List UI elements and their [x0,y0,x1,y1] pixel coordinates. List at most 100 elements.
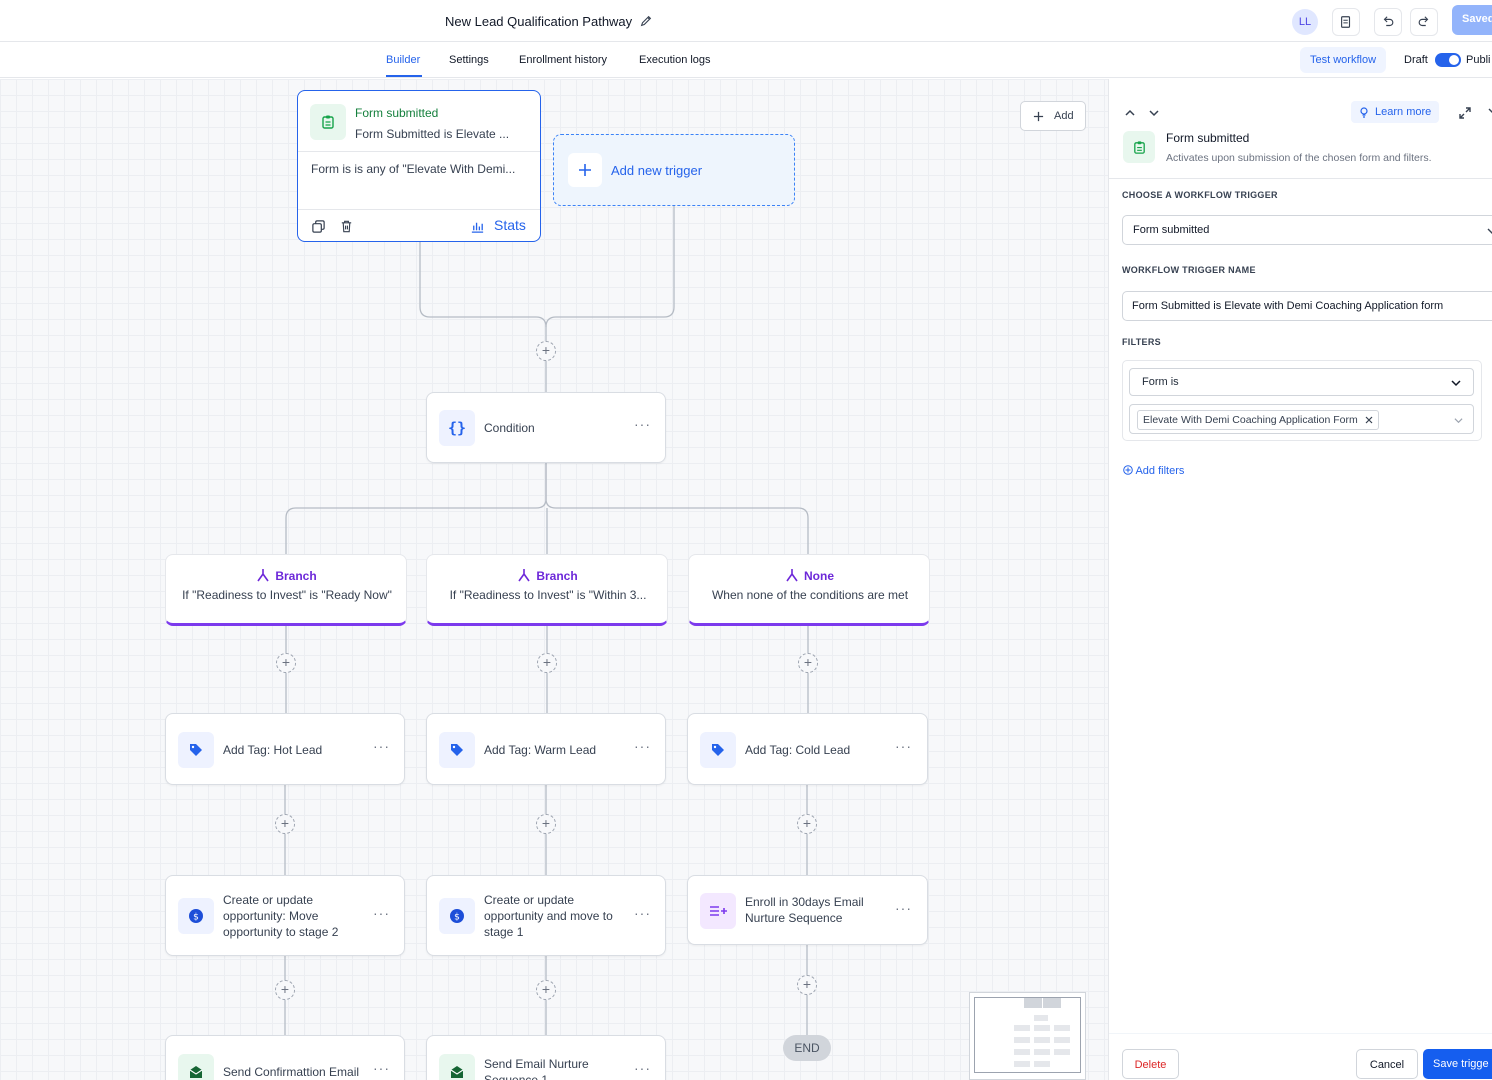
copy-icon[interactable] [311,219,326,234]
trigger-subtitle: Form Submitted is Elevate ... [355,127,510,141]
opportunity-stage-2[interactable]: $ Create or update opportunity: Move opp… [165,875,405,956]
filter-field-select[interactable]: Form is [1129,368,1474,396]
divider [1109,1033,1492,1034]
minimap-node [1014,1025,1030,1031]
branch-ready-now[interactable]: Branch If "Readiness to Invest" is "Read… [165,554,407,626]
stats-icon [471,222,484,233]
trigger-type-value: Form submitted [1133,224,1210,236]
expand-icon[interactable] [1458,106,1472,120]
more-options-icon[interactable]: ··· [634,905,651,921]
chevron-down-icon[interactable] [1148,107,1160,119]
branch-title: Branch [427,567,667,583]
save-trigger-button[interactable]: Save trigge [1423,1049,1492,1079]
logs-button[interactable] [1332,8,1360,36]
branch-description: If "Readiness to Invest" is "Ready Now" [182,588,392,602]
chevron-down-icon [1487,228,1492,234]
condition-label: Condition [484,421,535,435]
chevron-down-icon [1451,380,1461,387]
node-label: Send Confirmattion Email [223,1065,360,1079]
opportunity-stage-1[interactable]: $ Create or update opportunity and move … [426,875,666,956]
more-options-icon[interactable]: ··· [895,738,912,754]
node-label: Add Tag: Hot Lead [223,743,323,757]
divider [1109,178,1492,179]
minimap-node [1034,1049,1050,1055]
trigger-card-form-submitted[interactable]: Form submitted Form Submitted is Elevate… [297,90,541,242]
add-step-button[interactable]: + [536,814,556,834]
enroll-email-sequence[interactable]: Enroll in 30days Email Nurture Sequence … [687,875,928,945]
trash-icon[interactable] [339,219,354,234]
add-step-button[interactable]: + [536,980,556,1000]
add-step-button[interactable]: + [537,653,557,673]
add-step-button[interactable]: + [275,814,295,834]
send-confirmation-email[interactable]: Send Confirmattion Email ··· [165,1035,405,1080]
branch-within-3[interactable]: Branch If "Readiness to Invest" is "With… [426,554,668,626]
stats-link[interactable]: Stats [494,217,526,233]
saved-button[interactable]: Saved [1452,5,1492,35]
undo-button[interactable] [1374,8,1402,36]
minimap-node [1024,998,1042,1008]
close-icon[interactable] [1365,416,1373,424]
add-step-button[interactable]: + [797,975,817,995]
more-options-icon[interactable]: ··· [634,416,651,432]
condition-node[interactable]: {} Condition ··· [426,392,666,463]
list-add-icon [700,893,736,929]
minimap-node [1043,998,1061,1008]
email-icon [439,1054,475,1080]
publish-label: Publi [1466,54,1491,66]
filter-chip-label: Elevate With Demi Coaching Application F… [1143,414,1358,426]
more-options-icon[interactable]: ··· [634,738,651,754]
add-filters-link[interactable]: Add filters [1123,465,1184,477]
branch-none[interactable]: None When none of the conditions are met [688,554,930,626]
tab-settings[interactable]: Settings [449,54,489,66]
undo-icon [1383,16,1394,27]
add-step-button[interactable]: + [275,980,295,1000]
plus-circle-icon [1123,465,1133,475]
chevron-up-icon[interactable] [1124,107,1136,119]
delete-button[interactable]: Delete [1122,1049,1179,1079]
filter-value-select[interactable]: Elevate With Demi Coaching Application F… [1129,404,1474,434]
workflow-canvas[interactable]: Add Form submitted Form Submitted is Ele… [0,79,1108,1080]
filter-group: Form is Elevate With Demi Coaching Appli… [1122,360,1482,441]
svg-text:$: $ [193,913,199,923]
clipboard-icon [310,104,346,140]
document-icon [1341,16,1351,28]
add-step-button[interactable]: + [536,341,556,361]
tab-builder[interactable]: Builder [386,54,420,66]
avatar[interactable]: LL [1292,9,1318,35]
add-tag-cold-lead[interactable]: Add Tag: Cold Lead ··· [687,713,928,785]
tab-enrollment-history[interactable]: Enrollment history [519,54,607,66]
redo-button[interactable] [1410,8,1438,36]
branch-title: None [689,567,929,583]
add-new-trigger[interactable]: Add new trigger [553,134,795,206]
trigger-name-label: WORKFLOW TRIGGER NAME [1122,265,1256,275]
workflow-title[interactable]: New Lead Qualification Pathway [445,14,632,29]
more-options-icon[interactable]: ··· [373,738,390,754]
more-options-icon[interactable]: ··· [634,1060,651,1076]
tag-icon [439,732,475,768]
branch-icon [518,569,530,582]
trigger-name-input[interactable]: Form Submitted is Elevate with Demi Coac… [1122,291,1492,321]
branch-icon [786,569,798,582]
close-icon[interactable] [1487,106,1492,120]
minimap[interactable] [969,992,1086,1080]
minimap-node [1054,1037,1070,1043]
more-options-icon[interactable]: ··· [373,905,390,921]
cancel-button[interactable]: Cancel [1356,1049,1418,1079]
draft-label: Draft [1404,54,1428,66]
add-button[interactable]: Add [1020,101,1086,131]
trigger-type-select[interactable]: Form submitted [1122,215,1492,245]
pencil-icon[interactable] [639,14,653,28]
add-step-button[interactable]: + [797,814,817,834]
add-tag-warm-lead[interactable]: Add Tag: Warm Lead ··· [426,713,666,785]
send-email-nurture[interactable]: Send Email Nurture Sequence 1 ··· [426,1035,666,1080]
add-tag-hot-lead[interactable]: Add Tag: Hot Lead ··· [165,713,405,785]
tab-execution-logs[interactable]: Execution logs [639,54,711,66]
filters-label: FILTERS [1122,337,1161,347]
more-options-icon[interactable]: ··· [373,1060,390,1076]
more-options-icon[interactable]: ··· [895,900,912,916]
add-step-button[interactable]: + [798,653,818,673]
add-step-button[interactable]: + [276,653,296,673]
learn-more-button[interactable]: Learn more [1351,101,1439,123]
publish-toggle[interactable] [1435,53,1461,67]
test-workflow-button[interactable]: Test workflow [1300,47,1387,73]
